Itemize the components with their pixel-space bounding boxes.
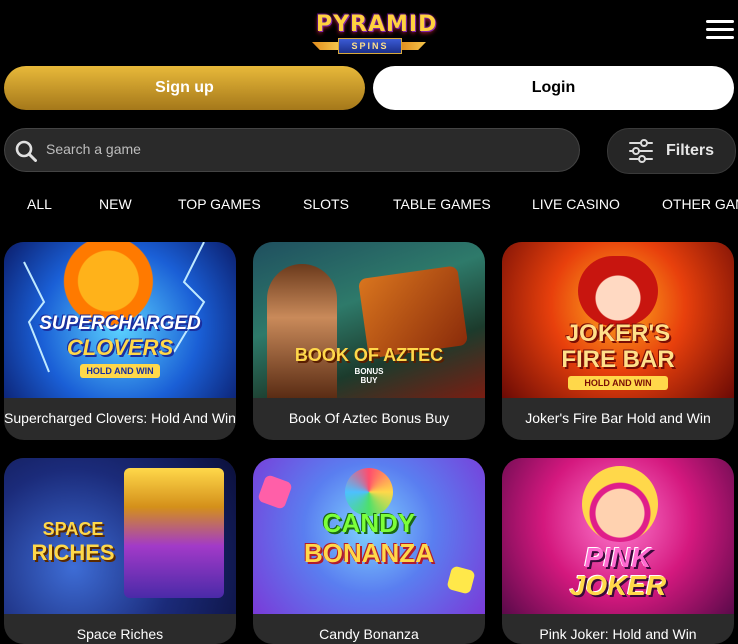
game-thumbnail: CANDY BONANZA (253, 458, 485, 614)
game-title: Supercharged Clovers: Hold And Win (4, 410, 236, 426)
game-art-badge: HOLD AND WIN (80, 364, 160, 378)
login-button[interactable]: Login (373, 66, 734, 110)
joker-face (582, 466, 658, 542)
logo-wing-right (400, 42, 426, 50)
game-card[interactable]: JOKER'S FIRE BAR HOLD AND WIN Joker's Fi… (502, 242, 734, 440)
joker-face (578, 256, 658, 326)
logo-subtitle: SPINS (338, 38, 402, 54)
category-tabs: ALL NEW TOP GAMES SLOTS TABLE GAMES LIVE… (0, 186, 738, 222)
game-art-title: SUPERCHARGED (39, 313, 201, 334)
tab-top-games[interactable]: TOP GAMES (178, 196, 261, 212)
game-title: Pink Joker: Hold and Win (539, 626, 697, 642)
game-art-subtitle: CLOVERS (66, 335, 174, 360)
game-card[interactable]: SUPERCHARGED CLOVERS HOLD AND WIN Superc… (4, 242, 236, 440)
logo-wing-left (312, 42, 338, 50)
logo-wordmark: PYRAMID (316, 12, 438, 37)
game-art-subtitle: FIRE BAR (561, 346, 675, 373)
game-art-subtitle: BONANZA (304, 538, 434, 568)
tab-table-games[interactable]: TABLE GAMES (393, 196, 491, 212)
sliders-icon (629, 139, 653, 163)
game-art-subtitle: BONUS (354, 367, 384, 376)
pyramid-spins-logo[interactable]: PYRAMID SPINS (308, 8, 438, 58)
signup-button[interactable]: Sign up (4, 66, 365, 110)
candy-icon (257, 474, 293, 510)
game-art-subtitle: JOKER (569, 570, 667, 601)
game-art-subtitle: RICHES (31, 540, 115, 565)
game-art-title: PINK (584, 542, 652, 573)
tab-new[interactable]: NEW (99, 196, 132, 212)
tab-live-casino[interactable]: LIVE CASINO (532, 196, 620, 212)
game-thumbnail: SPACE RICHES (4, 458, 236, 614)
game-title: Book Of Aztec Bonus Buy (288, 410, 450, 426)
game-art-title: CANDY (322, 508, 416, 538)
game-card[interactable]: PINK JOKER Pink Joker: Hold and Win (502, 458, 734, 644)
game-art-title: SPACE (42, 519, 104, 539)
game-card[interactable]: BOOK OF AZTEC BONUS BUY Book Of Aztec Bo… (253, 242, 485, 440)
game-thumbnail: PINK JOKER (502, 458, 734, 614)
treasure-stack (124, 468, 224, 598)
game-thumbnail: JOKER'S FIRE BAR HOLD AND WIN (502, 242, 734, 398)
filters-button[interactable]: Filters (607, 128, 736, 174)
game-title: Space Riches (76, 626, 164, 642)
game-art-title: BOOK OF AZTEC (294, 345, 444, 365)
game-art-badge: BUY (360, 376, 378, 385)
game-card[interactable]: SPACE RICHES Space Riches (4, 458, 236, 644)
game-card[interactable]: CANDY BONANZA Candy Bonanza (253, 458, 485, 644)
explorer-figure (267, 264, 337, 398)
header: PYRAMID SPINS (0, 0, 738, 62)
game-art-title: JOKER'S (565, 320, 671, 347)
tab-other-games[interactable]: OTHER GAMES (662, 196, 738, 212)
filters-label: Filters (666, 142, 715, 159)
search-bar[interactable]: Search a game (4, 128, 580, 172)
search-input[interactable]: Search a game (46, 141, 141, 157)
game-title: Candy Bonanza (319, 626, 419, 642)
candy-icon (446, 565, 476, 595)
game-title: Joker's Fire Bar Hold and Win (525, 410, 711, 426)
tab-all[interactable]: ALL (27, 196, 52, 212)
game-thumbnail: SUPERCHARGED CLOVERS HOLD AND WIN (4, 242, 236, 398)
tab-slots[interactable]: SLOTS (303, 196, 349, 212)
search-icon (15, 140, 37, 162)
game-thumbnail: BOOK OF AZTEC BONUS BUY (253, 242, 485, 398)
game-art-badge: HOLD AND WIN (568, 376, 668, 390)
hamburger-menu-icon[interactable] (706, 18, 734, 42)
